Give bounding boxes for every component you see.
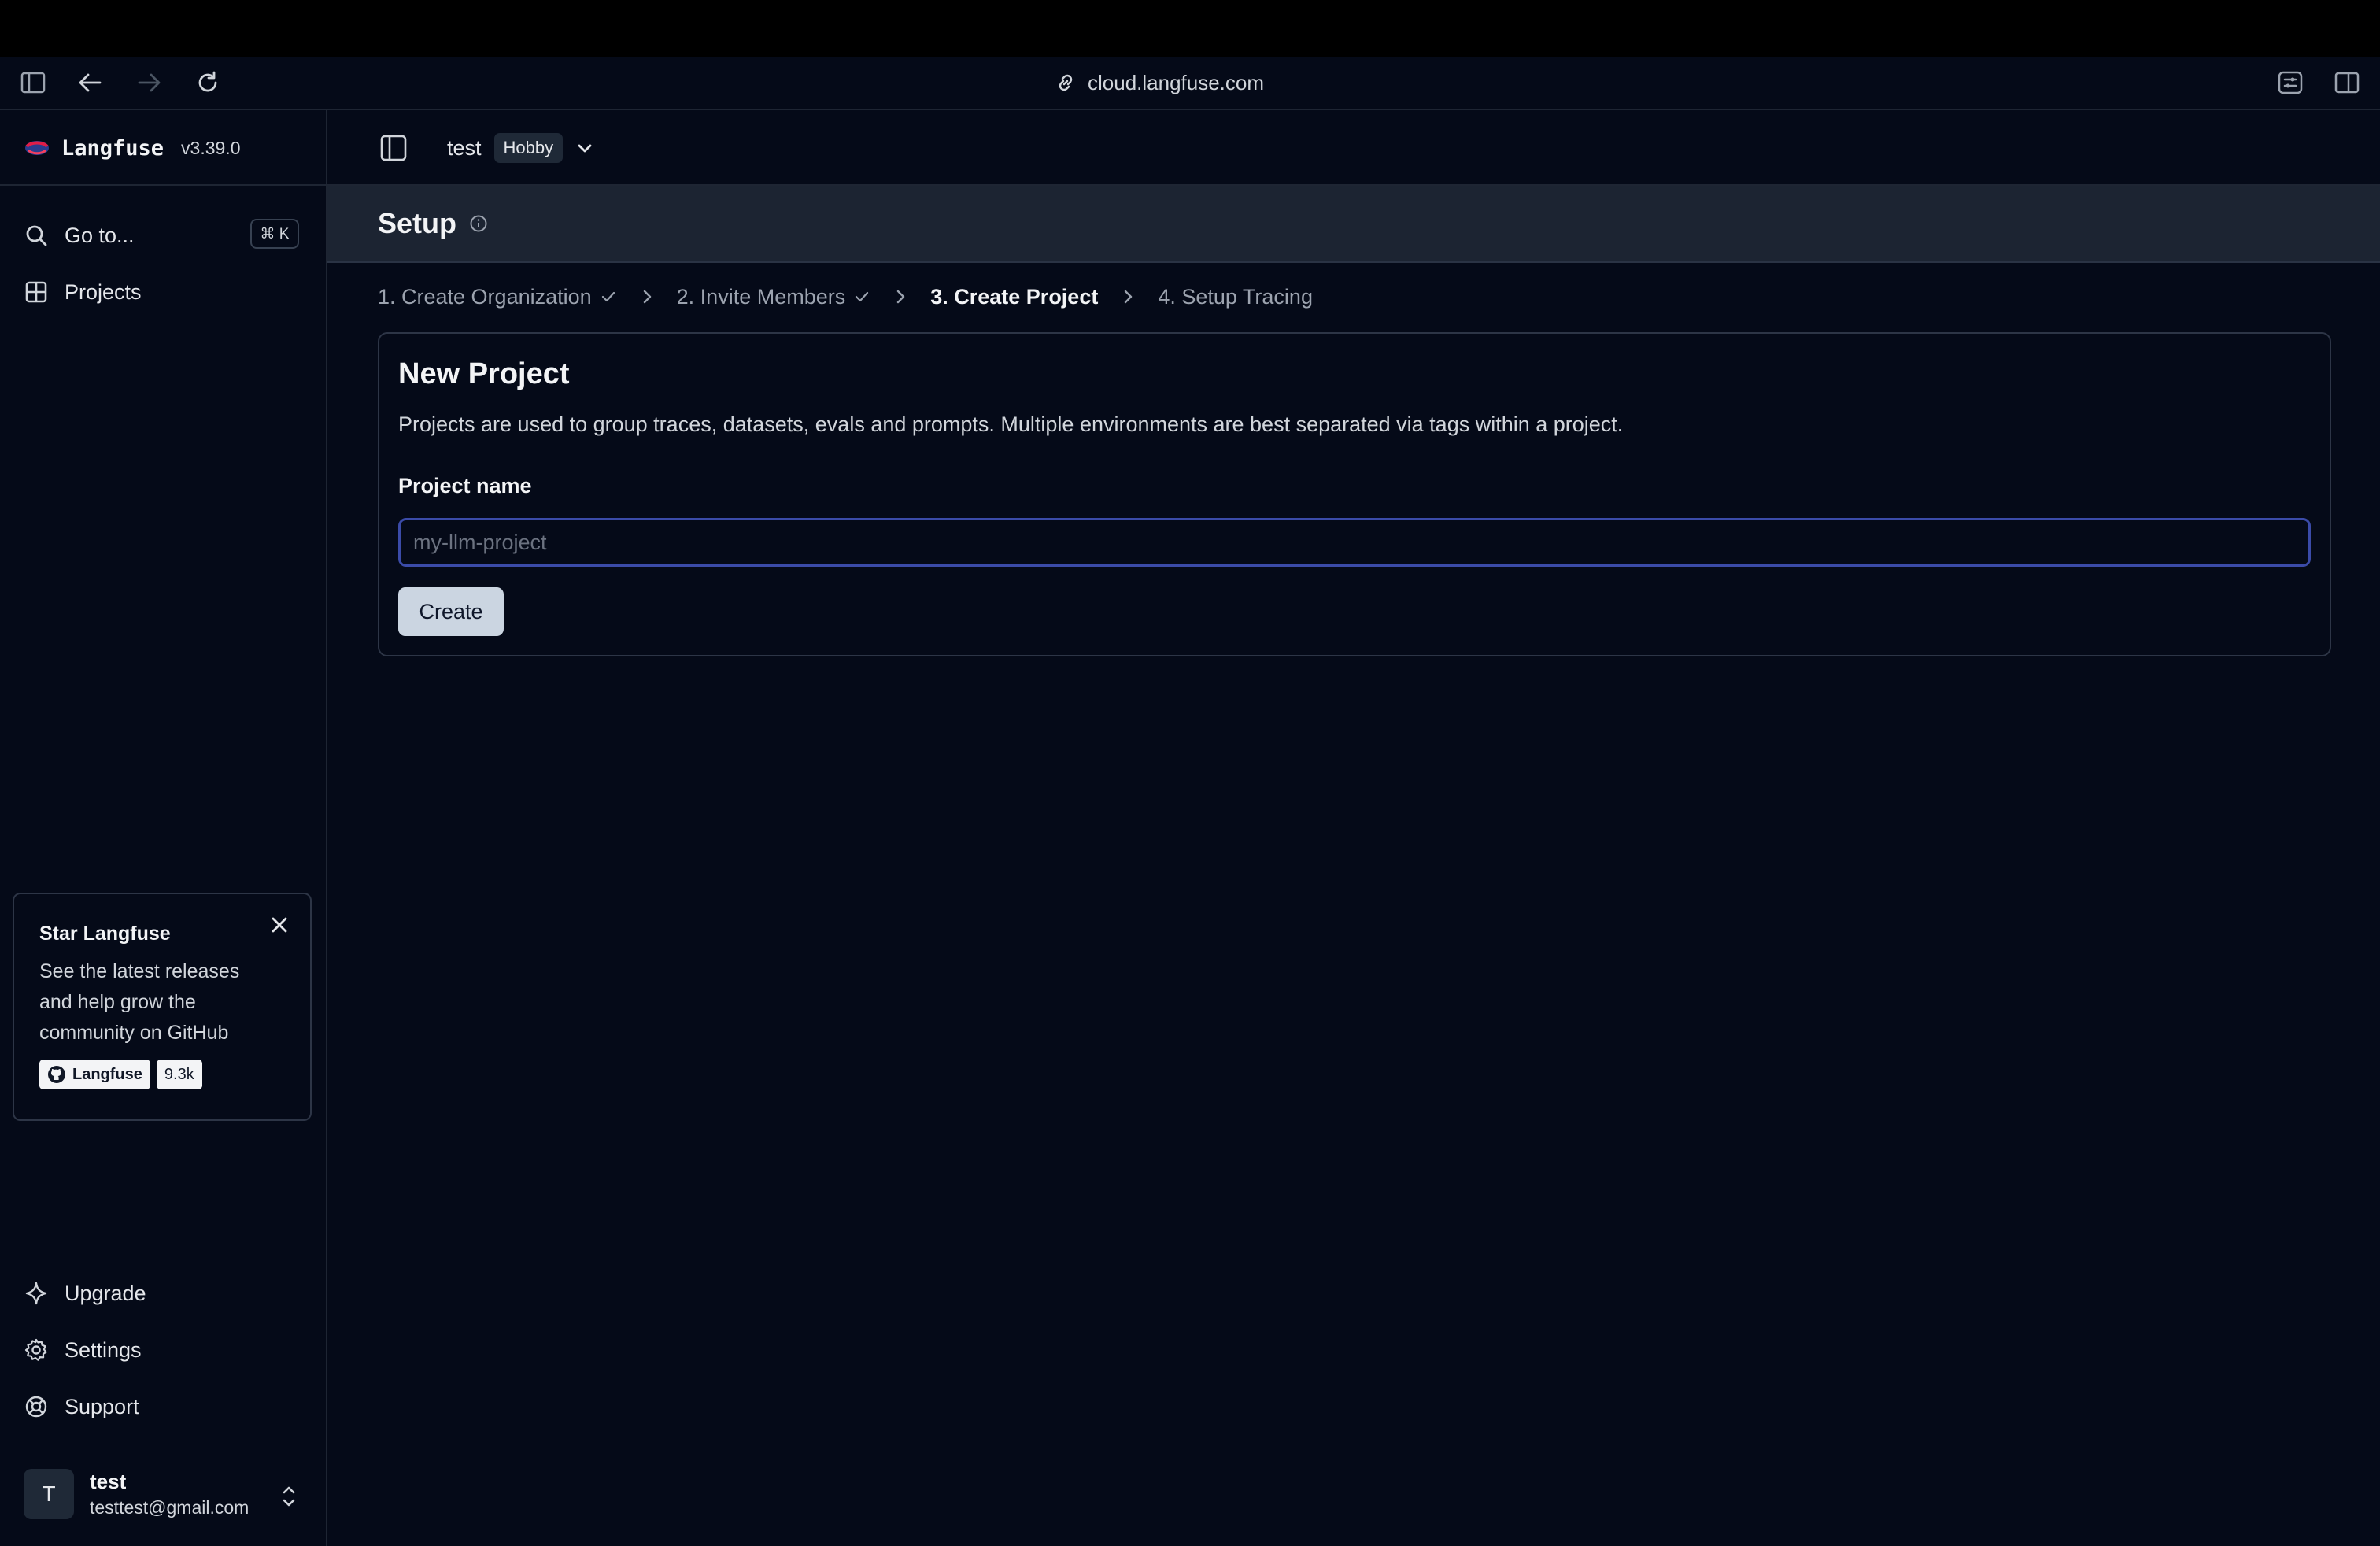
browser-sidebar-icon[interactable] [19, 68, 47, 97]
user-profile[interactable]: T test testtest@gmail.com [24, 1469, 249, 1519]
star-card-title: Star Langfuse [39, 923, 171, 945]
sidebar-item-goto[interactable]: Go to... [24, 216, 135, 255]
check-icon [600, 288, 617, 305]
user-email: testtest@gmail.com [90, 1497, 249, 1518]
sidebar-divider [0, 184, 326, 186]
step-setup-tracing: 4. Setup Tracing [1158, 285, 1313, 309]
sidebar-item-upgrade[interactable]: Upgrade [24, 1274, 146, 1313]
brand[interactable]: Langfuse v3.39.0 [24, 131, 241, 165]
back-arrow-icon[interactable] [76, 68, 104, 97]
github-star-widget: Langfuse 9.3k [39, 1060, 285, 1089]
step-invite-members: 2. Invite Members [677, 285, 871, 309]
star-card-description: See the latest releases and help grow th… [39, 960, 240, 1044]
page-title: Setup [378, 206, 488, 241]
brand-name: Langfuse [61, 135, 164, 161]
sparkle-icon [24, 1281, 49, 1306]
goto-shortcut-badge: ⌘ K [250, 219, 299, 249]
sidebar-item-projects[interactable]: Projects [24, 272, 142, 312]
sidebar-item-label: Upgrade [65, 1281, 146, 1305]
info-icon[interactable] [469, 214, 488, 233]
step-create-project: 3. Create Project [930, 285, 1098, 309]
org-selector[interactable]: test Hobby [447, 131, 594, 165]
extensions-icon[interactable] [2276, 68, 2304, 97]
github-icon [47, 1065, 66, 1084]
star-langfuse-card: Star Langfuse See the latest releases an… [13, 893, 312, 1121]
setup-header [327, 186, 2380, 263]
project-name-label: Project name [398, 474, 532, 497]
github-star-count[interactable]: 9.3k [156, 1060, 202, 1089]
url-text: cloud.langfuse.com [1088, 70, 1265, 94]
chevron-down-icon [575, 139, 594, 157]
forward-arrow-icon[interactable] [135, 68, 164, 97]
github-star-label: Langfuse [72, 1065, 142, 1083]
split-view-icon[interactable] [2333, 68, 2361, 97]
toggle-sidebar-icon[interactable] [378, 132, 409, 164]
org-name: test [447, 135, 482, 160]
sidebar: Langfuse v3.39.0 Go to... ⌘ K Projects S… [0, 110, 327, 1546]
gear-icon [24, 1337, 49, 1363]
chevron-right-icon [1120, 288, 1136, 305]
grid-icon [24, 279, 49, 305]
version-label: v3.39.0 [181, 137, 241, 158]
chevron-right-icon [893, 288, 908, 305]
setup-steps: 1. Create Organization 2. Invite Members… [378, 280, 1313, 313]
link-icon [1055, 72, 1077, 94]
langfuse-logo-icon [24, 139, 50, 157]
step-label: 1. Create Organization [378, 284, 592, 309]
main-header [327, 110, 2380, 186]
card-description: Projects are used to group traces, datas… [398, 412, 1624, 436]
card-title: New Project [398, 357, 570, 390]
page-title-text: Setup [378, 207, 457, 239]
reload-icon[interactable] [194, 68, 222, 97]
chevron-right-icon [639, 288, 655, 305]
step-label: 4. Setup Tracing [1158, 284, 1313, 309]
sidebar-item-label: Projects [65, 279, 142, 304]
github-star-button[interactable]: Langfuse [39, 1060, 150, 1089]
search-icon [24, 223, 49, 248]
sidebar-item-label: Support [65, 1394, 139, 1418]
avatar: T [24, 1469, 74, 1519]
close-icon[interactable] [268, 913, 291, 937]
plan-badge: Hobby [493, 133, 564, 163]
new-project-card: New Project Projects are used to group t… [378, 332, 2331, 656]
os-menu-strip [0, 0, 2380, 57]
lifebuoy-icon [24, 1394, 49, 1419]
create-button[interactable]: Create [398, 587, 504, 636]
step-label: 2. Invite Members [676, 284, 846, 309]
address-bar[interactable]: cloud.langfuse.com [1055, 66, 1264, 99]
user-name: test [90, 1470, 127, 1493]
sidebar-item-support[interactable]: Support [24, 1387, 139, 1426]
step-create-organization: 1. Create Organization [378, 285, 617, 309]
sidebar-item-label: Settings [65, 1337, 142, 1362]
sidebar-item-label: Go to... [65, 223, 135, 247]
sidebar-item-settings[interactable]: Settings [24, 1330, 142, 1370]
check-icon [853, 288, 870, 305]
project-name-input[interactable] [398, 518, 2311, 567]
step-label: 3. Create Project [930, 284, 1099, 309]
chevrons-up-down-icon[interactable] [275, 1483, 302, 1510]
